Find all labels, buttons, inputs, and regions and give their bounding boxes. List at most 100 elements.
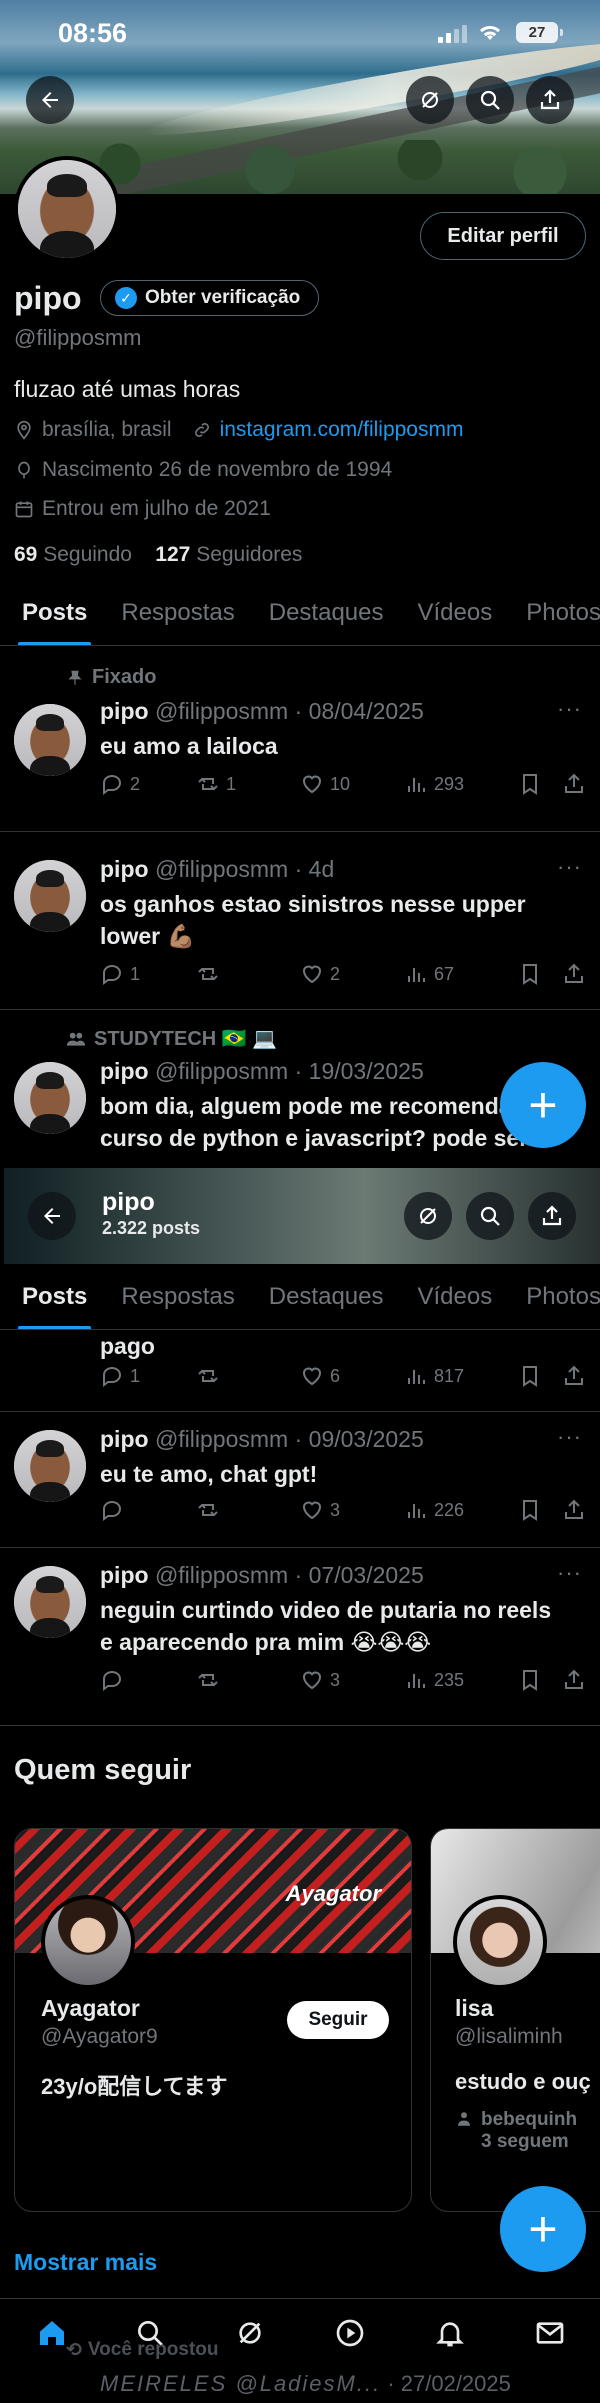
like-button[interactable]: 3 <box>300 1668 404 1692</box>
reply-button[interactable] <box>100 1668 196 1692</box>
post-actions: 1 6 817 <box>100 1364 590 1388</box>
tab-posts[interactable]: Posts <box>0 580 99 645</box>
reply-button[interactable]: 2 <box>100 772 196 796</box>
views-icon <box>408 968 425 982</box>
search-icon <box>480 90 500 110</box>
post-item[interactable]: pipo @filipposmm · 09/03/2025 ··· eu te … <box>0 1412 600 1548</box>
post-item[interactable]: pipo @filipposmm · 07/03/2025 ··· neguin… <box>0 1548 600 1726</box>
repost-button[interactable] <box>196 1364 300 1388</box>
edit-profile-button[interactable]: Editar perfil <box>420 212 586 260</box>
heart-icon <box>302 965 322 984</box>
bookmark-button[interactable] <box>518 1498 562 1522</box>
share-post-button[interactable] <box>562 1668 586 1692</box>
community-context[interactable]: STUDYTECH 🇧🇷 💻 <box>66 1026 277 1051</box>
grok-icon <box>420 1208 436 1224</box>
link-icon <box>194 423 209 437</box>
profile-tabs-sticky: Posts Respostas Destaques Vídeos Photos <box>0 1264 600 1330</box>
more-options-icon[interactable]: ··· <box>557 1560 582 1586</box>
post-avatar[interactable] <box>14 1566 86 1638</box>
pinned-indicator: Fixado <box>66 666 156 689</box>
profile-birth: Nascimento 26 de novembro de 1994 <box>42 458 393 481</box>
get-verified-label: Obter verificação <box>145 287 301 308</box>
profile-avatar[interactable] <box>14 156 120 262</box>
post-text: pago <box>100 1333 155 1359</box>
get-verified-button[interactable]: ✓ Obter verificação <box>100 280 320 316</box>
play-icon[interactable] <box>328 2311 372 2355</box>
tab-videos[interactable]: Vídeos <box>396 580 505 645</box>
bookmark-button[interactable] <box>518 1668 562 1692</box>
tab-photos[interactable]: Photos <box>504 1264 600 1329</box>
show-more-link[interactable]: Mostrar mais <box>14 2249 157 2276</box>
compose-post-button[interactable]: + <box>500 1062 586 1148</box>
follow-suggestion-card[interactable]: Ayagator Ayagator @Ayagator9 23y/o配信してます… <box>14 1828 412 2212</box>
like-button[interactable]: 3 <box>300 1498 404 1522</box>
tab-replies[interactable]: Respostas <box>99 580 246 645</box>
post-item-continued[interactable]: pago 1 6 817 <box>0 1330 600 1412</box>
tab-highlights[interactable]: Destaques <box>247 580 396 645</box>
tab-photos[interactable]: Photos <box>504 580 600 645</box>
post-item[interactable]: Fixado pipo @filipposmm · 08/04/2025 ···… <box>0 646 600 832</box>
profile-link[interactable]: instagram.com/filipposmm <box>220 418 464 442</box>
mail-icon[interactable] <box>528 2311 572 2355</box>
share-post-button[interactable] <box>562 1364 586 1388</box>
reply-icon <box>103 1671 122 1691</box>
like-button[interactable]: 6 <box>300 1364 404 1388</box>
post-avatar[interactable] <box>14 1430 86 1502</box>
share-post-button[interactable] <box>562 772 586 796</box>
post-avatar[interactable] <box>14 704 86 776</box>
search-button[interactable] <box>466 1192 514 1240</box>
bookmark-button[interactable] <box>518 772 562 796</box>
views-button[interactable]: 67 <box>404 962 518 986</box>
more-options-icon[interactable]: ··· <box>557 1424 582 1450</box>
share-post-button[interactable] <box>562 962 586 986</box>
more-options-icon[interactable]: ··· <box>557 696 582 722</box>
suggestion-avatar[interactable] <box>453 1895 547 1989</box>
post-item[interactable]: pipo @filipposmm · 4d ··· os ganhos esta… <box>0 832 600 1010</box>
reply-button[interactable]: 1 <box>100 1364 196 1388</box>
bookmark-button[interactable] <box>518 962 562 986</box>
like-button[interactable]: 2 <box>300 962 404 986</box>
search-icon <box>480 1206 500 1226</box>
follow-suggestion-card[interactable]: lisa @lisaliminh estudo e ouç bebequinh 3… <box>430 1828 600 2212</box>
compose-post-button[interactable]: + <box>500 2186 586 2272</box>
back-button[interactable] <box>26 76 74 124</box>
repost-button[interactable] <box>196 962 300 986</box>
post-avatar[interactable] <box>14 1062 86 1134</box>
tab-replies[interactable]: Respostas <box>99 1264 246 1329</box>
profile-tabs: Posts Respostas Destaques Vídeos Photos <box>0 580 600 646</box>
tab-videos[interactable]: Vídeos <box>396 1264 505 1329</box>
views-button[interactable]: 293 <box>404 772 518 796</box>
views-icon <box>408 778 425 792</box>
followers-link[interactable]: 127 Seguidores <box>155 543 302 566</box>
bell-icon[interactable] <box>428 2311 472 2355</box>
share-post-button[interactable] <box>562 1498 586 1522</box>
suggestion-avatar[interactable] <box>41 1895 135 1989</box>
reply-button[interactable] <box>100 1498 196 1522</box>
repost-button[interactable]: 1 <box>196 772 300 796</box>
search-button[interactable] <box>466 76 514 124</box>
status-bar: 08:56 27 <box>0 0 600 62</box>
back-button[interactable] <box>28 1192 76 1240</box>
views-button[interactable]: 235 <box>404 1668 518 1692</box>
share-button[interactable] <box>526 76 574 124</box>
following-link[interactable]: 69 Seguindo <box>14 543 132 566</box>
tab-highlights[interactable]: Destaques <box>247 1264 396 1329</box>
views-button[interactable]: 226 <box>404 1498 518 1522</box>
views-button[interactable]: 817 <box>404 1364 518 1388</box>
post-avatar[interactable] <box>14 860 86 932</box>
post-actions: 3 226 <box>100 1498 590 1522</box>
share-button[interactable] <box>528 1192 576 1240</box>
reply-button[interactable]: 1 <box>100 962 196 986</box>
heart-icon <box>302 1671 322 1690</box>
tab-posts[interactable]: Posts <box>0 1264 99 1329</box>
repost-button[interactable] <box>196 1668 300 1692</box>
more-options-icon[interactable]: ··· <box>557 854 582 880</box>
grok-button[interactable] <box>406 76 454 124</box>
follow-button[interactable]: Seguir <box>287 2001 389 2039</box>
bookmark-button[interactable] <box>518 1364 562 1388</box>
like-button[interactable]: 10 <box>300 772 404 796</box>
grok-icon[interactable] <box>228 2311 272 2355</box>
repost-icon <box>198 1503 218 1517</box>
repost-button[interactable] <box>196 1498 300 1522</box>
grok-button[interactable] <box>404 1192 452 1240</box>
